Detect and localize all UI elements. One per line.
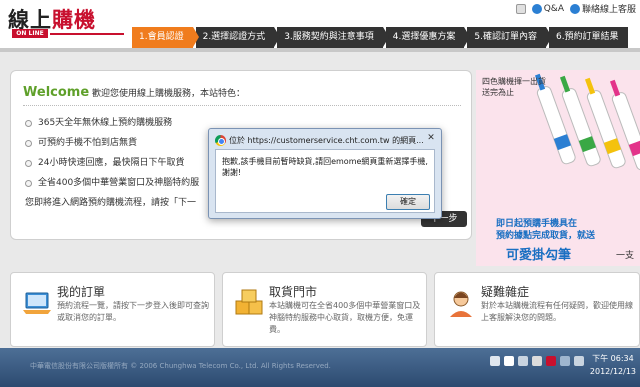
list-item: 可預約手機不怕到店無貨 — [25, 133, 199, 153]
my-orders-card[interactable]: 我的訂單 預約流程一覽，請按下一步登入後即可查詢或取消您的訂單。 — [10, 272, 215, 347]
step-progress: 1.會員認證 2.選擇認證方式 3.服務契約與注意事項 4.選擇優惠方案 5.確… — [132, 27, 631, 48]
list-item: 365天全年無休線上預約購機服務 — [25, 113, 199, 133]
site-logo[interactable]: 線上購機 ON LINE — [8, 4, 126, 44]
promo-banner[interactable]: 四色購機揮一出貨 送完為止 即日起預購手機具在 預約據點完成取貨，就送 可愛掛勾… — [476, 70, 640, 266]
welcome-divider — [23, 105, 461, 106]
close-icon[interactable]: ✕ — [424, 132, 438, 144]
card-description: 本站購機可在全省400多個中華營業窗口及神腦特約服務中心取貨，取機方便，免運費。 — [269, 301, 421, 334]
support-agent-icon — [450, 291, 472, 317]
network-icon[interactable] — [532, 356, 542, 366]
welcome-heading: Welcome 歡迎您使用線上購機服務，本站特色： — [23, 85, 245, 100]
list-item: 24小時快速回應，最快隔日下午取貨 — [25, 153, 199, 173]
home-icon — [515, 3, 526, 14]
welcome-subtitle: 歡迎您使用線上購機服務，本站特色： — [92, 89, 246, 99]
dialog-title: 位於 https://customerservice.cht.com.tw 的網… — [229, 135, 424, 145]
card-description: 對於本站購機流程有任何疑問，歡迎使用線上客服解決您的問題。 — [481, 301, 633, 322]
card-title: 取貨門市 — [269, 285, 318, 299]
invite-text: 您即將進入網路預約購機流程，請按「下一 — [25, 198, 197, 208]
windows-taskbar: 中華電信股份有限公司版權所有 © 2006 Chunghwa Telecom C… — [0, 348, 640, 387]
security-icon[interactable] — [546, 356, 556, 366]
step-auth-method: 2.選擇認證方式 — [195, 27, 280, 48]
ad-headline: 可愛掛勾筆 — [506, 248, 572, 263]
chrome-icon — [215, 134, 226, 146]
volume-icon[interactable] — [560, 356, 570, 366]
ad-top-text: 四色購機揮一出貨 送完為止 — [482, 77, 546, 97]
step-confirm-order: 5.確認訂單內容 — [467, 27, 552, 48]
clock-date: 2012/12/13 — [589, 367, 636, 376]
site-header: 線上購機 ON LINE Q&A 聯絡線上客服 1.會員認證 2.選擇認證方式 … — [0, 0, 640, 48]
qa-link[interactable]: Q&A — [531, 3, 564, 14]
customer-service-link[interactable]: 聯絡線上客服 — [569, 2, 636, 15]
qa-icon — [531, 3, 542, 14]
customer-service-icon — [569, 3, 580, 14]
input-method-icon[interactable] — [504, 356, 514, 366]
card-description: 預約流程一覽，請按下一步登入後即可查詢或取消您的訂單。 — [57, 301, 209, 322]
ok-button[interactable]: 確定 — [386, 194, 430, 210]
help-icon[interactable] — [518, 356, 528, 366]
dialog-title-bar: 位於 https://customerservice.cht.com.tw 的網… — [215, 133, 424, 147]
step-service-contract: 3.服務契約與注意事項 — [277, 27, 389, 48]
system-tray — [490, 356, 584, 366]
bullet-icon — [25, 139, 32, 147]
dialog-body: 抱歉,該手機目前暫時缺貨,請回emome網頁重新選擇手機,謝謝! 確定 — [215, 149, 435, 213]
bullet-icon — [25, 179, 32, 187]
top-links: Q&A 聯絡線上客服 — [515, 2, 636, 15]
footer-text: 中華電信股份有限公司版權所有 © 2006 Chunghwa Telecom C… — [30, 362, 331, 370]
keyboard-icon[interactable] — [490, 356, 500, 366]
card-title: 疑難雜症 — [481, 285, 530, 299]
clock-time: 下午 06:34 — [592, 354, 634, 363]
bullet-icon — [25, 119, 32, 127]
list-item: 全省400多個中華營業窗口及神腦特約服 — [25, 173, 199, 193]
welcome-title: Welcome — [23, 85, 90, 100]
customer-service-label: 聯絡線上客服 — [581, 5, 636, 15]
battery-icon[interactable] — [574, 356, 584, 366]
faq-card[interactable]: 疑難雜症 對於本站購機流程有任何疑問，歡迎使用線上客服解決您的問題。 — [434, 272, 640, 347]
ad-unit: 一支 — [616, 251, 635, 261]
card-title: 我的訂單 — [57, 285, 106, 299]
step-choose-plan: 4.選擇優惠方案 — [385, 27, 470, 48]
taskbar-clock[interactable]: 下午 06:34 2012/12/13 — [590, 352, 636, 378]
logo-main-right: 購機 — [52, 8, 96, 32]
step-order-result: 6.預約訂單結果 — [548, 27, 628, 48]
feature-list: 365天全年無休線上預約購機服務 可預約手機不怕到店無貨 24小時快速回應，最快… — [25, 113, 199, 193]
boxes-icon — [235, 289, 263, 315]
dialog-message: 抱歉,該手機目前暫時缺貨,請回emome網頁重新選擇手機,謝謝! — [222, 157, 428, 177]
bullet-icon — [25, 159, 32, 167]
step-member-auth: 1.會員認證 — [132, 27, 199, 48]
ad-promo-text: 即日起預購手機具在 預約據點完成取貨，就送 — [496, 219, 596, 241]
home-link[interactable] — [515, 3, 526, 14]
qa-label: Q&A — [543, 3, 564, 14]
alert-dialog: 位於 https://customerservice.cht.com.tw 的網… — [208, 128, 442, 219]
logo-subtitle: ON LINE — [12, 29, 48, 38]
logo-divider — [50, 33, 124, 35]
pickup-store-card[interactable]: 取貨門市 本站購機可在全省400多個中華營業窗口及神腦特約服務中心取貨，取機方便… — [222, 272, 427, 347]
laptop-icon — [23, 292, 51, 314]
